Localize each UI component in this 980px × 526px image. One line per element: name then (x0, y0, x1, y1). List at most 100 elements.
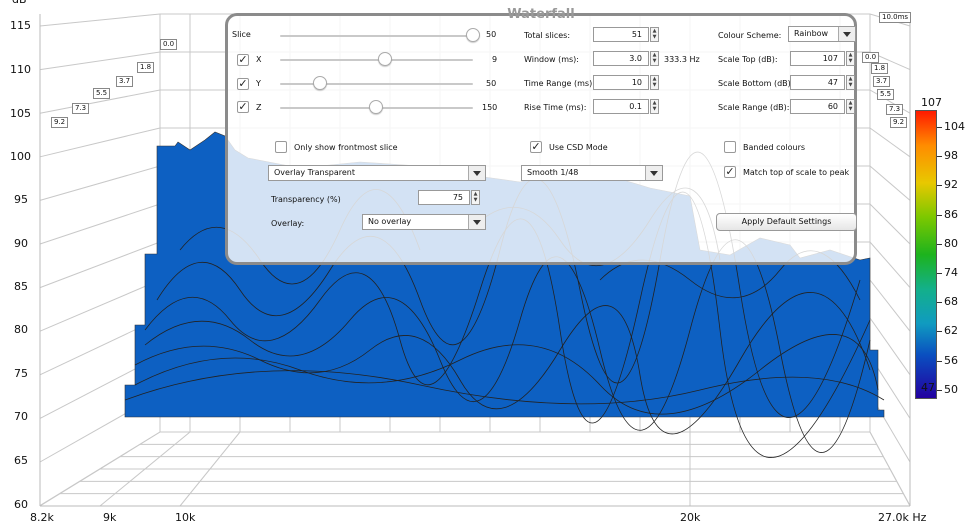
time-tag: 7.3 (72, 103, 90, 114)
colour-scale-tick (937, 360, 942, 362)
z-label: Z (256, 103, 262, 112)
y-tick-label: 100 (10, 150, 31, 163)
y-checkbox[interactable]: ✓ (237, 78, 249, 90)
banded-colours-checkbox[interactable] (724, 141, 736, 153)
time-tag: 3.7 (873, 76, 891, 87)
scale-range-stepper[interactable]: ▲ ▼ (846, 99, 855, 114)
slice-value: 50 (486, 30, 497, 39)
time-tag: 1.8 (871, 63, 889, 74)
slice-slider-thumb[interactable] (466, 28, 480, 42)
rise-time-stepper[interactable]: ▲ ▼ (650, 99, 659, 114)
grid-line (869, 203, 911, 245)
time-tag: 0.0 (160, 39, 178, 50)
x-tick-label: 9k (103, 511, 117, 524)
scale-bottom-input[interactable]: 47 (790, 75, 845, 90)
use-csd-checkbox[interactable]: ✓ (530, 141, 542, 153)
grid-line (869, 165, 911, 201)
colour-scale-tick (937, 214, 942, 216)
overlay-select[interactable]: No overlay (362, 214, 486, 230)
colour-scale-tick (937, 273, 942, 274)
time-tag: 5.5 (877, 89, 895, 100)
time-tag: 0.0 (862, 52, 880, 63)
y-tick-label: 65 (14, 454, 28, 467)
chevron-down-icon (838, 27, 855, 41)
overlay-mode-select[interactable]: Overlay Transparent (268, 165, 486, 181)
time-tag: 9.2 (890, 117, 908, 128)
y-tick-label: 70 (14, 410, 28, 423)
x-tick-label: 8.2k (30, 511, 54, 524)
scale-top-stepper[interactable]: ▲ ▼ (846, 51, 855, 66)
colour-scale-bottom-label: 47 (921, 381, 935, 394)
time-tag: 1.8 (137, 62, 155, 73)
x-checkbox[interactable]: ✓ (237, 54, 249, 66)
apply-default-settings-button[interactable]: Apply Default Settings (716, 213, 857, 231)
total-slices-input[interactable]: 51 (593, 27, 649, 42)
colour-scale-tick-label: 92 (944, 178, 958, 192)
rise-time-input[interactable]: 0.1 (593, 99, 649, 114)
window-input[interactable]: 3.0 (593, 51, 649, 66)
colour-scale-tick (937, 243, 942, 245)
colour-scale-tick (937, 389, 942, 391)
slice-slider-track[interactable] (280, 35, 473, 37)
smoothing-value: Smooth 1/48 (527, 168, 579, 177)
grid-line (869, 279, 911, 332)
x-tick-label: 20k (680, 511, 701, 524)
transparency-input[interactable]: 75 (418, 190, 470, 205)
window-stepper[interactable]: ▲ ▼ (650, 51, 659, 66)
grid-line (39, 241, 161, 289)
grid-line (869, 127, 911, 158)
overlay-mode-value: Overlay Transparent (274, 168, 356, 177)
time-tag: 5.5 (93, 88, 111, 99)
colour-scale-bar (915, 110, 937, 399)
scale-top-input[interactable]: 107 (790, 51, 845, 66)
match-top-checkbox[interactable]: ✓ (724, 166, 736, 178)
time-range-stepper[interactable]: ▲ ▼ (650, 75, 659, 90)
panel-title: Waterfall (507, 7, 575, 22)
colour-scale-tick-label: 80 (944, 236, 958, 250)
total-slices-stepper[interactable]: ▲ ▼ (650, 27, 659, 42)
y-tick-label: 95 (14, 193, 28, 206)
y-slider-track[interactable] (280, 83, 473, 85)
colour-scale-tick-label: 104 (944, 120, 965, 133)
x-slider-thumb[interactable] (378, 52, 392, 66)
y-tick-label: 75 (14, 367, 28, 380)
colour-scale-tick (937, 156, 942, 158)
transparency-stepper[interactable]: ▲ ▼ (471, 190, 480, 205)
y-tick-label: 90 (14, 237, 28, 250)
colour-scheme-value: Rainbow (794, 29, 829, 38)
only-frontmost-checkbox[interactable] (275, 141, 287, 153)
x-value: 9 (492, 55, 498, 64)
x-tick-label: 27.0k Hz (878, 511, 927, 524)
z-checkbox[interactable]: ✓ (237, 101, 249, 113)
scale-range-label: Scale Range (dB): (718, 103, 790, 112)
x-slider-track[interactable] (280, 59, 473, 61)
colour-scale-tick-label: 62 (944, 324, 958, 338)
smoothing-select[interactable]: Smooth 1/48 (521, 165, 663, 181)
z-slider-thumb[interactable] (369, 100, 383, 114)
colour-scheme-label: Colour Scheme: (718, 31, 782, 40)
grid-line (39, 165, 161, 201)
colour-scale-top-label: 107 (921, 96, 942, 109)
transparency-label: Transparency (%) (271, 195, 341, 204)
time-tag: 9.2 (51, 117, 69, 128)
chevron-down-icon (468, 215, 485, 229)
time-range-input[interactable]: 10 (593, 75, 649, 90)
scale-range-input[interactable]: 60 (790, 99, 845, 114)
y-tick-label: 105 (10, 107, 31, 120)
waterfall-settings-panel: Waterfall Slice 50 ✓ X 9 ✓ Y 50 ✓ Z 150 … (225, 7, 857, 265)
colour-scheme-select[interactable]: Rainbow (788, 26, 856, 42)
scale-bottom-label: Scale Bottom (dB): (718, 79, 794, 88)
colour-scale-tick (937, 127, 942, 128)
y-unit-label: dB (12, 0, 27, 6)
banded-colours-label: Banded colours (743, 143, 806, 152)
colour-scale-tick-label: 68 (944, 295, 958, 309)
y-tick-label: 60 (14, 498, 28, 511)
scale-bottom-stepper[interactable]: ▲ ▼ (846, 75, 855, 90)
time-tag: 3.7 (116, 76, 134, 87)
y-slider-thumb[interactable] (313, 76, 327, 90)
y-tick-label: 85 (14, 280, 28, 293)
time-tag: 10.0ms (879, 12, 912, 23)
colour-scale-tick-label: 50 (944, 382, 958, 396)
window-label: Window (ms): (524, 55, 579, 64)
grid-line (39, 13, 161, 27)
